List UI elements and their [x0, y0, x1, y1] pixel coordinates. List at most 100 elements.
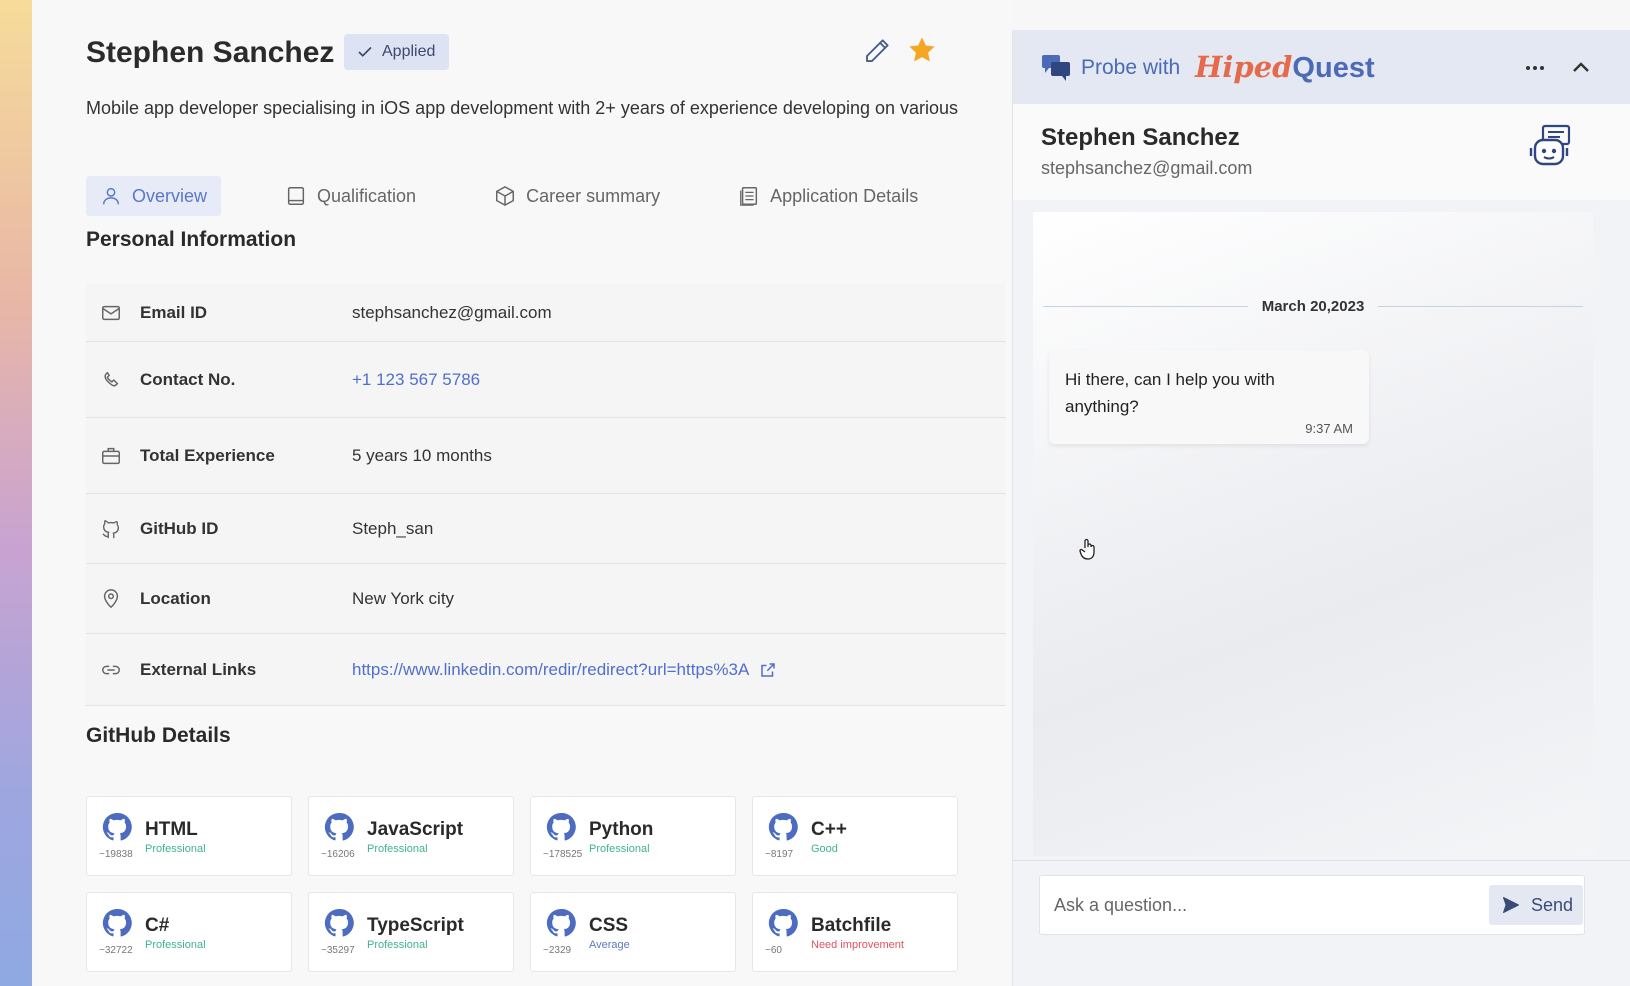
message-text: Hi there, can I help you with anything? [1065, 370, 1275, 416]
personal-info-table: Email ID stephsanchez@gmail.com Contact … [86, 284, 1006, 706]
tab-label: Qualification [317, 185, 417, 206]
message-area: March 20,2023 Hi there, can I help you w… [1033, 212, 1593, 856]
robot-icon [1529, 124, 1571, 166]
tab-qualification[interactable]: Qualification [271, 176, 430, 216]
proficiency-level: Good [811, 843, 838, 855]
github-language-card[interactable]: ~2329 CSS Average [530, 892, 736, 972]
github-language-card[interactable]: ~178525 Python Professional [530, 796, 736, 876]
book-icon [287, 187, 305, 205]
info-value: stephsanchez@gmail.com [352, 302, 552, 322]
language-name: HTML [145, 819, 198, 840]
repo-count: ~19838 [99, 849, 133, 860]
chat-header: Probe with HipedQuest [1013, 30, 1630, 104]
date-divider: March 20,2023 [1043, 296, 1584, 316]
info-label: Location [140, 588, 211, 608]
message-time: 9:37 AM [1305, 421, 1353, 436]
repo-count: ~16206 [321, 849, 355, 860]
send-icon [1503, 897, 1519, 913]
repo-count: ~8197 [765, 849, 794, 860]
external-link[interactable]: https://www.linkedin.com/redir/redirect?… [352, 660, 777, 680]
chat-contact-card: Stephen Sanchez stephsanchez@gmail.com [1013, 104, 1630, 200]
proficiency-level: Average [589, 939, 630, 951]
phone-link[interactable]: +1 123 567 5786 [352, 370, 480, 390]
chevron-up-icon[interactable] [1569, 56, 1593, 80]
tab-overview[interactable]: Overview [86, 176, 222, 216]
edit-button[interactable] [862, 36, 892, 66]
candidate-profile: Stephen Sanchez Applied Mobile app devel… [32, 0, 1012, 986]
github-icon [324, 812, 354, 841]
info-row-contact: Contact No. +1 123 567 5786 [86, 342, 1006, 418]
info-row-experience: Total Experience 5 years 10 months [86, 418, 1006, 494]
tab-application-details[interactable]: Application Details [724, 176, 932, 216]
info-label: Total Experience [140, 445, 275, 465]
send-label: Send [1531, 894, 1574, 915]
language-name: TypeScript [367, 915, 464, 936]
info-label: External Links [140, 659, 257, 679]
github-language-grid: ~19838 HTML Professional ~16206 JavaScript Pr… [86, 796, 966, 972]
candidate-summary: Mobile app developer specialising in iOS… [86, 98, 959, 118]
external-link-icon [761, 662, 776, 677]
github-language-card[interactable]: ~32722 C# Professional [86, 892, 292, 972]
hand-cursor-icon [1079, 538, 1095, 560]
favorite-button[interactable] [906, 34, 938, 66]
tab-label: Overview [132, 185, 208, 206]
github-icon [768, 908, 798, 937]
send-button[interactable]: Send [1489, 885, 1583, 925]
brand-part2: Quest [1292, 52, 1375, 84]
github-language-card[interactable]: ~35297 TypeScript Professional [308, 892, 514, 972]
language-name: Batchfile [811, 915, 892, 936]
info-label: GitHub ID [140, 518, 219, 538]
info-value: 5 years 10 months [352, 445, 492, 465]
info-row-email: Email ID stephsanchez@gmail.com [86, 284, 1006, 342]
status-badge: Applied [344, 34, 450, 70]
github-icon [546, 908, 576, 937]
repo-count: ~35297 [321, 945, 355, 956]
phone-icon [104, 371, 119, 387]
github-language-card[interactable]: ~60 Batchfile Need improvement [752, 892, 958, 972]
github-language-card[interactable]: ~19838 HTML Professional [86, 796, 292, 876]
profile-tabs: Overview Qualification Career summary Ap… [86, 176, 982, 216]
contact-email: stephsanchez@gmail.com [1041, 158, 1253, 178]
brand-part1: Hiped [1195, 50, 1293, 84]
github-icon [768, 812, 798, 841]
tab-label: Career summary [526, 185, 661, 206]
repo-count: ~32722 [99, 945, 133, 956]
star-icon [909, 37, 935, 62]
link-icon [102, 665, 120, 674]
message-date: March 20,2023 [1261, 297, 1365, 315]
language-name: C++ [811, 819, 847, 840]
probe-label: Probe with [1081, 56, 1181, 79]
proficiency-level: Professional [367, 939, 428, 951]
proficiency-level: Professional [145, 939, 206, 951]
github-icon [102, 812, 132, 841]
proficiency-level: Professional [367, 843, 428, 855]
info-label: Contact No. [140, 369, 236, 389]
info-row-github: GitHub ID Steph_san [86, 494, 1006, 564]
language-name: Python [589, 819, 654, 840]
github-language-card[interactable]: ~16206 JavaScript Professional [308, 796, 514, 876]
brand-logo: HipedQuest [1195, 50, 1375, 85]
github-details-title: GitHub Details [86, 724, 231, 747]
github-icon [324, 908, 354, 937]
github-language-card[interactable]: ~8197 C++ Good [752, 796, 958, 876]
proficiency-level: Professional [589, 843, 650, 855]
profile-header: Stephen Sanchez Applied [86, 30, 966, 78]
pencil-icon [866, 39, 889, 62]
github-icon [102, 519, 120, 538]
bot-message: Hi there, can I help you with anything? … [1049, 350, 1369, 444]
personal-info-title: Personal Information [86, 228, 297, 251]
document-icon [740, 187, 758, 206]
info-row-external-links: External Links https://www.linkedin.com/… [86, 634, 1006, 706]
accent-strip [0, 0, 32, 986]
repo-count: ~178525 [543, 849, 583, 860]
proficiency-level: Need improvement [811, 939, 904, 951]
tab-career-summary[interactable]: Career summary [480, 176, 674, 216]
more-options-icon[interactable] [1523, 56, 1547, 80]
external-link-text: https://www.linkedin.com/redir/redirect?… [352, 659, 750, 679]
repo-count: ~60 [765, 945, 782, 956]
chat-bubbles-icon [1042, 55, 1070, 81]
chat-composer: Send [1013, 860, 1630, 986]
github-icon [102, 908, 132, 937]
candidate-name: Stephen Sanchez [86, 36, 335, 69]
tab-label: Application Details [770, 185, 919, 206]
